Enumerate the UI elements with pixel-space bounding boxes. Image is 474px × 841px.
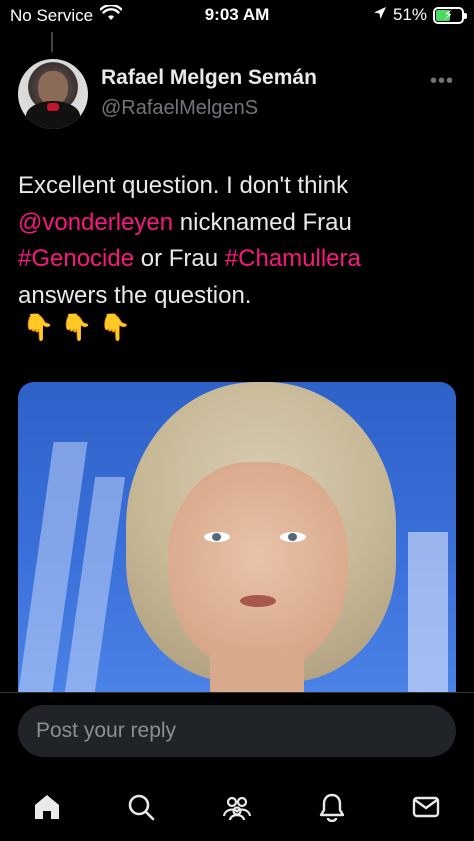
- avatar[interactable]: [18, 59, 88, 129]
- tweet-text-line: Excellent question. I don't think: [18, 172, 349, 199]
- divider: [0, 692, 474, 693]
- reply-input[interactable]: [18, 705, 456, 757]
- tweet-text: Excellent question. I don't think @vonde…: [18, 168, 458, 314]
- mention-link[interactable]: @vonderleyen: [18, 209, 173, 236]
- battery-percent: 51%: [392, 5, 427, 24]
- tweet-media-image[interactable]: [18, 382, 456, 692]
- messages-icon[interactable]: [406, 787, 446, 827]
- search-icon[interactable]: [121, 787, 161, 827]
- communities-icon[interactable]: [217, 787, 257, 827]
- thread-connector-line: [51, 32, 53, 52]
- charging-bolt-icon: ⚡: [443, 6, 454, 22]
- home-icon[interactable]: [27, 787, 67, 827]
- author-handle[interactable]: @RafaelMelgenS: [101, 97, 258, 120]
- battery-icon: ⚡: [433, 6, 467, 24]
- status-bar: No Service 9:03 AM 51% ⚡: [0, 0, 474, 32]
- location-arrow-icon: [373, 5, 387, 25]
- hashtag-chamullera-link[interactable]: #Chamullera: [225, 245, 361, 272]
- tweet-text-line: answers the question.: [18, 281, 252, 309]
- tweet-text-segment: or Frau: [134, 245, 225, 272]
- tweet-detail-screen: No Service 9:03 AM 51% ⚡ Rafael Melgen S…: [0, 0, 474, 841]
- notifications-icon[interactable]: [312, 787, 352, 827]
- tweet-text-segment: nicknamed Frau: [173, 208, 352, 236]
- hashtag-genocide-link[interactable]: #Genocide: [18, 245, 134, 272]
- more-options-icon[interactable]: •••: [430, 70, 454, 93]
- bottom-tab-bar: [0, 775, 474, 841]
- author-display-name[interactable]: Rafael Melgen Semán: [101, 66, 317, 90]
- pointing-down-emojis: 👇👇👇: [22, 312, 138, 342]
